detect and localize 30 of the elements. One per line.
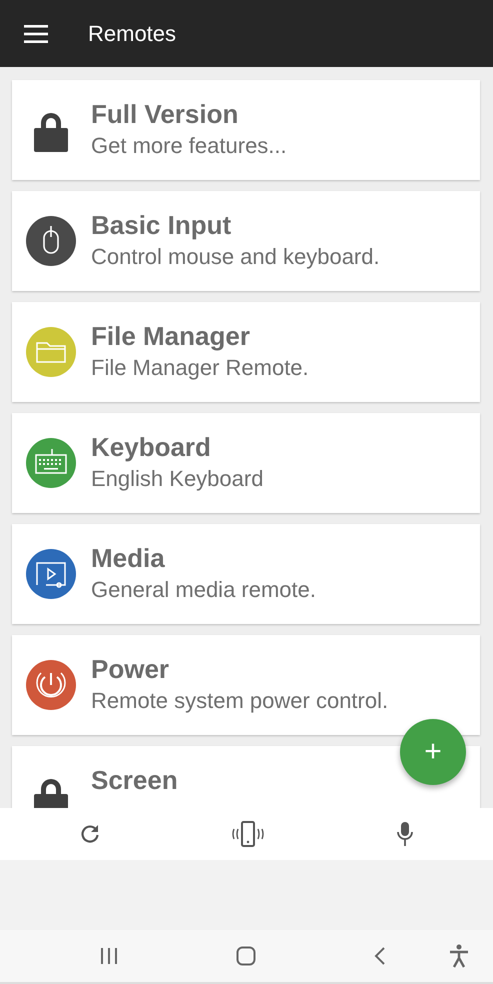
remote-description: File Manager Remote.: [91, 354, 309, 382]
app-title: Remotes: [88, 20, 176, 46]
remote-description: Get more features...: [91, 132, 287, 160]
remote-title: Power: [91, 653, 170, 685]
remote-card[interactable]: Basic Input Control mouse and keyboard.: [12, 191, 480, 291]
padlock-icon: [34, 112, 68, 152]
remote-description: Control mouse and keyboard.: [91, 243, 380, 271]
microphone-icon[interactable]: [396, 821, 414, 847]
remote-description: English Keyboard: [91, 465, 264, 493]
remote-card[interactable]: File Manager File Manager Remote.: [12, 302, 480, 402]
remote-title: Keyboard: [91, 431, 212, 463]
remote-description: Remote system power control.: [91, 687, 388, 715]
remote-card[interactable]: Power Remote system power control.: [12, 635, 480, 735]
remote-title: Media: [91, 542, 166, 574]
remote-title: Screen: [91, 764, 178, 796]
recent-apps-icon[interactable]: [99, 947, 119, 965]
phone-vibrate-icon[interactable]: [230, 821, 266, 847]
remote-title: File Manager: [91, 320, 251, 352]
remote-title: Basic Input: [91, 209, 232, 241]
remote-card[interactable]: Media General media remote.: [12, 524, 480, 624]
remote-card[interactable]: Full Version Get more features...: [12, 80, 480, 180]
back-icon[interactable]: [373, 946, 387, 966]
refresh-icon[interactable]: [78, 823, 101, 845]
remote-card[interactable]: Keyboard English Keyboard: [12, 413, 480, 513]
menu-icon[interactable]: [24, 24, 48, 42]
home-icon[interactable]: [236, 946, 256, 966]
accessibility-icon[interactable]: [449, 944, 469, 968]
remote-description: General media remote.: [91, 576, 316, 604]
padlock-icon: [34, 778, 68, 808]
remote-title: Full Version: [91, 98, 240, 130]
